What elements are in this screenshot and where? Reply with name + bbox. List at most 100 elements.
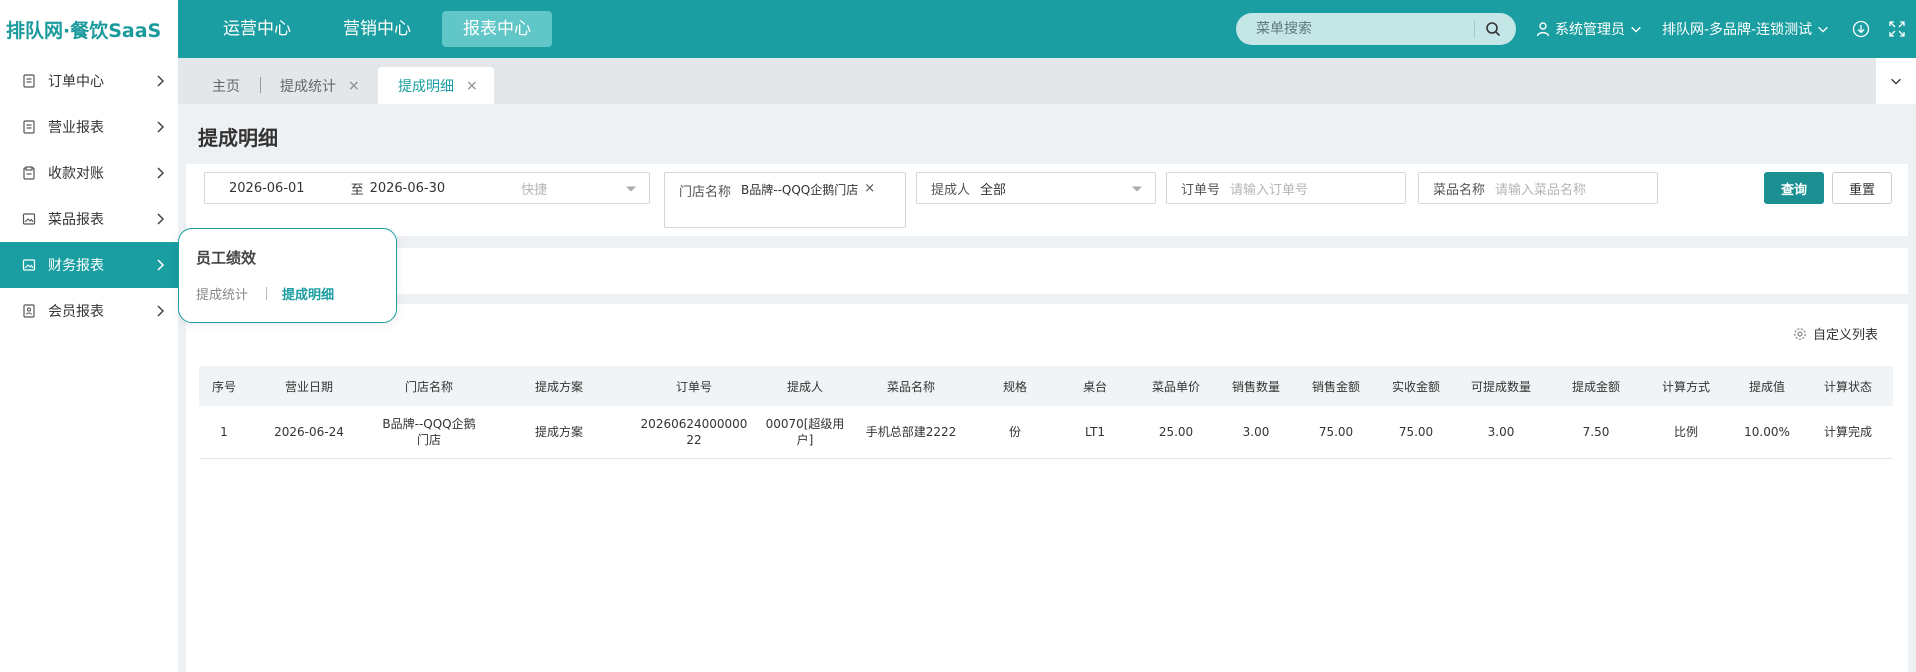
store-tag: B品牌--QQQ企鹅门店 [741, 183, 859, 197]
submenu-group-title: 员工绩效 [196, 249, 257, 267]
order-placeholder: 请输入订单号 [1230, 182, 1309, 198]
sidebar-item-label: 会员报表 [48, 304, 104, 320]
nav-operations-center[interactable]: 运营中心 [202, 11, 312, 47]
cell-person-line: 00070[超级用 [765, 416, 845, 431]
document-icon [23, 120, 35, 134]
sidebar-item-label: 菜品报表 [48, 212, 104, 228]
nav-marketing-center[interactable]: 营销中心 [322, 11, 432, 47]
column-header: 提成人 [786, 379, 823, 394]
tab-home[interactable]: 主页 [212, 67, 240, 104]
column-header: 订单号 [675, 379, 712, 394]
date-end: 2026-06-30 [369, 180, 446, 196]
table-row[interactable]: 1 2026-06-24 B品牌--QQQ企鹅 门店 提成方案 202606240… [199, 406, 1893, 458]
fullscreen-icon[interactable] [1888, 20, 1906, 38]
tab-commission-detail[interactable]: 提成明细 × [378, 67, 494, 104]
cell-calc-status: 计算完成 [1823, 424, 1872, 439]
tab-menu-dropdown[interactable] [1876, 58, 1916, 104]
column-header: 计算方式 [1661, 379, 1710, 394]
sidebar-item-label: 收款对账 [48, 166, 104, 182]
date-start: 2026-06-01 [229, 180, 305, 196]
table-card: 自定义列表 [186, 304, 1908, 672]
close-icon[interactable]: × [466, 78, 478, 94]
cell-commission-amount: 7.50 [1582, 424, 1610, 439]
user-icon [1536, 22, 1550, 37]
table-header-row: 序号 营业日期 门店名称 提成方案 订单号 提成人 菜品名称 规格 桌台 菜品单… [199, 366, 1893, 406]
member-icon [23, 304, 35, 318]
tab-label: 主页 [212, 78, 240, 95]
column-header: 规格 [1002, 379, 1027, 394]
date-separator: 至 [350, 182, 364, 198]
commission-person-select[interactable]: 提成人 全部 [916, 172, 1156, 204]
sidebar-item-business-report[interactable]: 营业报表 [0, 104, 178, 150]
custom-columns-label: 自定义列表 [1812, 328, 1878, 343]
cell-commission-value: 10.00% [1744, 424, 1790, 439]
menu-search-input[interactable] [1256, 21, 1474, 37]
cell-dish: 手机总部建2222 [865, 424, 957, 439]
cell-scheme: 提成方案 [534, 424, 583, 439]
column-header: 可提成数量 [1470, 379, 1531, 394]
commission-detail-table: 序号 营业日期 门店名称 提成方案 订单号 提成人 菜品名称 规格 桌台 菜品单… [199, 366, 1893, 459]
column-header: 提成方案 [534, 379, 583, 394]
cell-qty: 3.00 [1242, 424, 1270, 439]
tab-commission-stats[interactable]: 提成统计 × [280, 67, 360, 104]
search-icon[interactable] [1485, 21, 1501, 37]
ledger-icon [23, 166, 35, 180]
cell-paid-amount: 75.00 [1398, 424, 1434, 439]
submenu-divider [266, 287, 267, 300]
picture-icon [22, 259, 36, 271]
chevron-right-icon [157, 121, 165, 133]
sidebar: 订单中心 营业报表 收款对账 菜品报表 财务报表 会员报表 [0, 58, 178, 672]
column-header: 销售数量 [1231, 379, 1280, 394]
sidebar-item-dish-report[interactable]: 菜品报表 [0, 196, 178, 242]
query-button[interactable]: 查询 [1764, 172, 1824, 204]
store-select[interactable]: 门店名称 B品牌--QQQ企鹅门店 × [664, 172, 906, 228]
chevron-right-icon [157, 259, 165, 271]
submenu-link-commission-stats[interactable]: 提成统计 [196, 284, 248, 303]
order-number-field[interactable]: 订单号 请输入订单号 [1166, 172, 1406, 204]
column-header: 提成值 [1748, 379, 1785, 394]
logo[interactable]: 排队网·餐饮SaaS [0, 0, 178, 58]
column-header: 菜品名称 [886, 379, 935, 394]
cell-date: 2026-06-24 [274, 424, 344, 439]
cell-person-line: 户] [796, 432, 814, 447]
sidebar-item-label: 营业报表 [48, 120, 104, 136]
person-value: 全部 [980, 182, 1007, 198]
chevron-down-icon [1891, 78, 1901, 85]
chevron-right-icon [157, 305, 165, 317]
dish-name-field[interactable]: 菜品名称 请输入菜品名称 [1418, 172, 1658, 204]
user-menu[interactable]: 系统管理员 [1535, 0, 1647, 58]
cell-table-no: LT1 [1085, 424, 1105, 439]
download-icon[interactable] [1852, 20, 1870, 38]
sidebar-item-reconciliation[interactable]: 收款对账 [0, 150, 178, 196]
sidebar-item-order-center[interactable]: 订单中心 [0, 58, 178, 104]
sidebar-item-label: 财务报表 [48, 258, 104, 274]
sidebar-item-finance-report[interactable]: 财务报表 [0, 242, 178, 288]
close-icon[interactable]: × [864, 181, 875, 196]
picture-icon [22, 213, 36, 225]
org-selector[interactable]: 排队网-多品牌-连锁测试 [1662, 0, 1830, 58]
tab-label: 提成统计 [280, 78, 336, 95]
column-header: 菜品单价 [1151, 379, 1200, 394]
column-header: 桌台 [1082, 379, 1107, 394]
cell-order-line: 22 [686, 432, 702, 447]
caret-down-icon [626, 186, 636, 192]
nav-report-center[interactable]: 报表中心 [442, 11, 552, 47]
reset-button[interactable]: 重置 [1832, 172, 1892, 204]
user-name: 系统管理员 [1555, 22, 1625, 38]
summary-card [186, 248, 1908, 294]
cell-unit-price: 25.00 [1158, 424, 1194, 439]
submenu-link-commission-detail[interactable]: 提成明细 [282, 284, 334, 303]
sidebar-item-member-report[interactable]: 会员报表 [0, 288, 178, 334]
store-label: 门店名称 [679, 185, 732, 200]
quick-select[interactable]: 快捷 [521, 179, 547, 198]
close-icon[interactable]: × [348, 78, 360, 94]
search-divider [1474, 20, 1475, 38]
column-header: 营业日期 [284, 379, 333, 394]
dish-placeholder: 请输入菜品名称 [1495, 182, 1587, 198]
main-content: 提成明细 2026-06-01 至 2026-06-30 快捷 门店名称 B品牌… [186, 104, 1908, 672]
custom-columns-button[interactable]: 自定义列表 [1793, 324, 1878, 343]
chevron-right-icon [157, 167, 165, 179]
date-range-picker[interactable]: 2026-06-01 至 2026-06-30 快捷 [204, 172, 650, 204]
column-header: 计算状态 [1823, 379, 1872, 394]
cell-spec: 份 [1008, 424, 1021, 439]
